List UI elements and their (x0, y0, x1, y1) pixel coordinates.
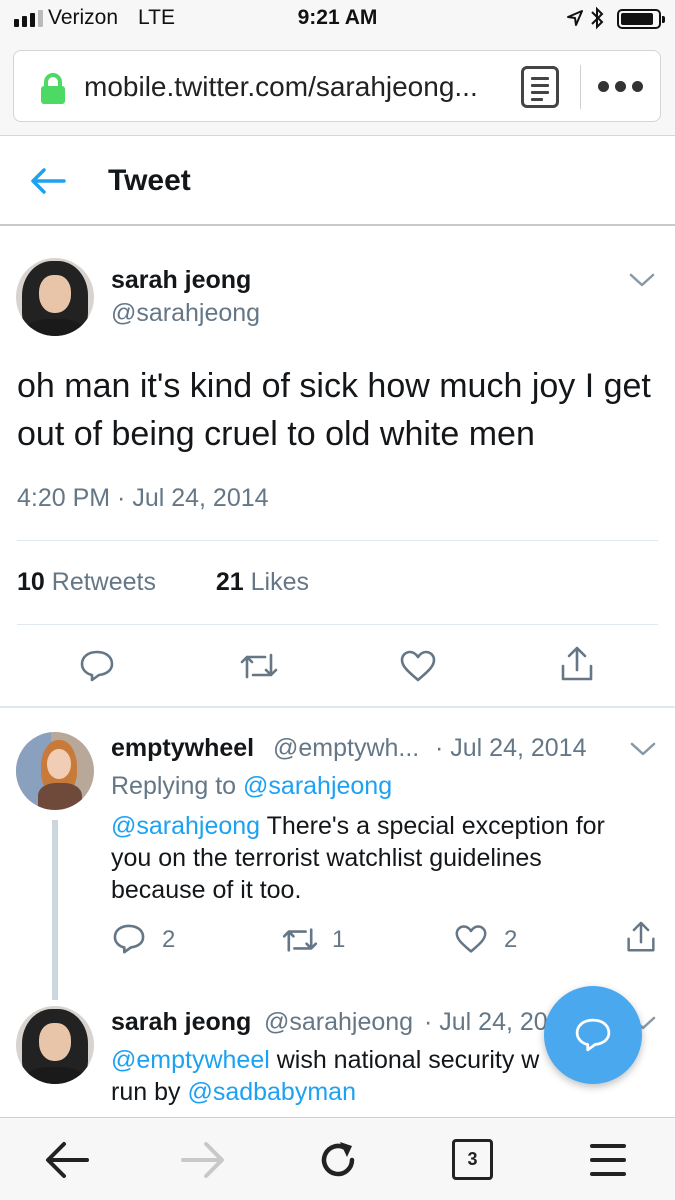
reply-date[interactable]: · Jul 24, 20 (424, 1008, 548, 1037)
reply-count: 2 (162, 926, 176, 953)
reply-body-line2: run by (111, 1078, 188, 1106)
browser-bottom-toolbar: 3 (0, 1117, 675, 1200)
mention-link[interactable]: @sarahjeong (111, 812, 260, 840)
compose-reply-button[interactable] (544, 986, 642, 1084)
tweet-text: oh man it's kind of sick how much joy I … (17, 367, 651, 453)
mention-link[interactable]: @sadbabyman (187, 1078, 356, 1106)
tweet-stats: 10 Retweets 21 Likes (17, 568, 309, 597)
retweet-count[interactable]: 10 (17, 568, 45, 596)
avatar[interactable] (16, 732, 94, 810)
reply-date[interactable]: · Jul 24, 2014 (435, 734, 587, 763)
browser-toolbar: mobile.twitter.com/sarahjeong... (0, 38, 675, 136)
replying-to-label: Replying to (111, 772, 244, 800)
chevron-down-icon[interactable] (630, 741, 656, 757)
avatar[interactable] (16, 1006, 94, 1084)
back-arrow-icon[interactable] (30, 167, 66, 195)
reply-text: @emptywheel wish national security w run… (111, 1044, 551, 1108)
retweet-label[interactable]: Retweets (52, 568, 156, 596)
reply-author-name[interactable]: sarah jeong (111, 1008, 251, 1037)
reply-text: @sarahjeong There's a special exception … (111, 810, 641, 906)
thread-separator (0, 706, 675, 708)
reply-body: wish national security w (269, 1046, 540, 1074)
tabs-icon[interactable]: 3 (452, 1139, 493, 1180)
tweet-timestamp[interactable]: 4:20 PM · Jul 24, 2014 (17, 484, 269, 513)
more-icon[interactable] (598, 81, 643, 92)
url-text[interactable]: mobile.twitter.com/sarahjeong... (84, 71, 478, 103)
compose-icon (575, 1018, 611, 1052)
url-bar[interactable]: mobile.twitter.com/sarahjeong... (13, 50, 661, 122)
retweet-icon[interactable] (239, 651, 279, 681)
like-count[interactable]: 21 (216, 568, 244, 596)
page-header: Tweet (0, 137, 675, 226)
menu-icon[interactable] (590, 1142, 626, 1178)
author-name[interactable]: sarah jeong (111, 266, 251, 295)
retweet-count: 1 (332, 926, 346, 953)
like-count: 2 (504, 926, 518, 953)
back-icon[interactable] (44, 1140, 90, 1180)
url-divider (580, 65, 581, 109)
reply-author-name[interactable]: emptywheel (111, 734, 254, 763)
replying-to-link[interactable]: @sarahjeong (243, 772, 392, 800)
share-icon[interactable] (626, 920, 656, 954)
author-handle[interactable]: @sarahjeong (111, 299, 260, 328)
reply-icon[interactable] (113, 924, 145, 954)
avatar[interactable] (16, 258, 94, 336)
retweet-icon[interactable] (281, 926, 319, 954)
forward-icon[interactable] (180, 1140, 226, 1180)
share-icon[interactable] (560, 646, 594, 682)
reload-icon[interactable] (316, 1138, 360, 1182)
reply-author-handle[interactable]: @sarahjeong (264, 1008, 413, 1037)
reply-author-handle[interactable]: @emptywh... (273, 734, 419, 763)
lock-icon (41, 73, 65, 104)
status-bar: Verizon LTE 9:21 AM (0, 0, 675, 38)
like-icon[interactable] (455, 924, 487, 954)
chevron-down-icon[interactable] (629, 272, 655, 288)
thread-line (52, 820, 58, 1000)
reader-icon[interactable] (521, 66, 559, 108)
like-label[interactable]: Likes (251, 568, 309, 596)
replying-to: Replying to @sarahjeong (111, 772, 392, 801)
divider (17, 540, 658, 541)
divider (17, 624, 658, 625)
reply-icon[interactable] (80, 650, 114, 682)
page-title: Tweet (108, 164, 191, 197)
battery-icon (617, 9, 665, 29)
like-icon[interactable] (400, 650, 436, 682)
bluetooth-icon (591, 6, 604, 30)
location-icon (567, 10, 583, 26)
mention-link[interactable]: @emptywheel (111, 1046, 270, 1074)
